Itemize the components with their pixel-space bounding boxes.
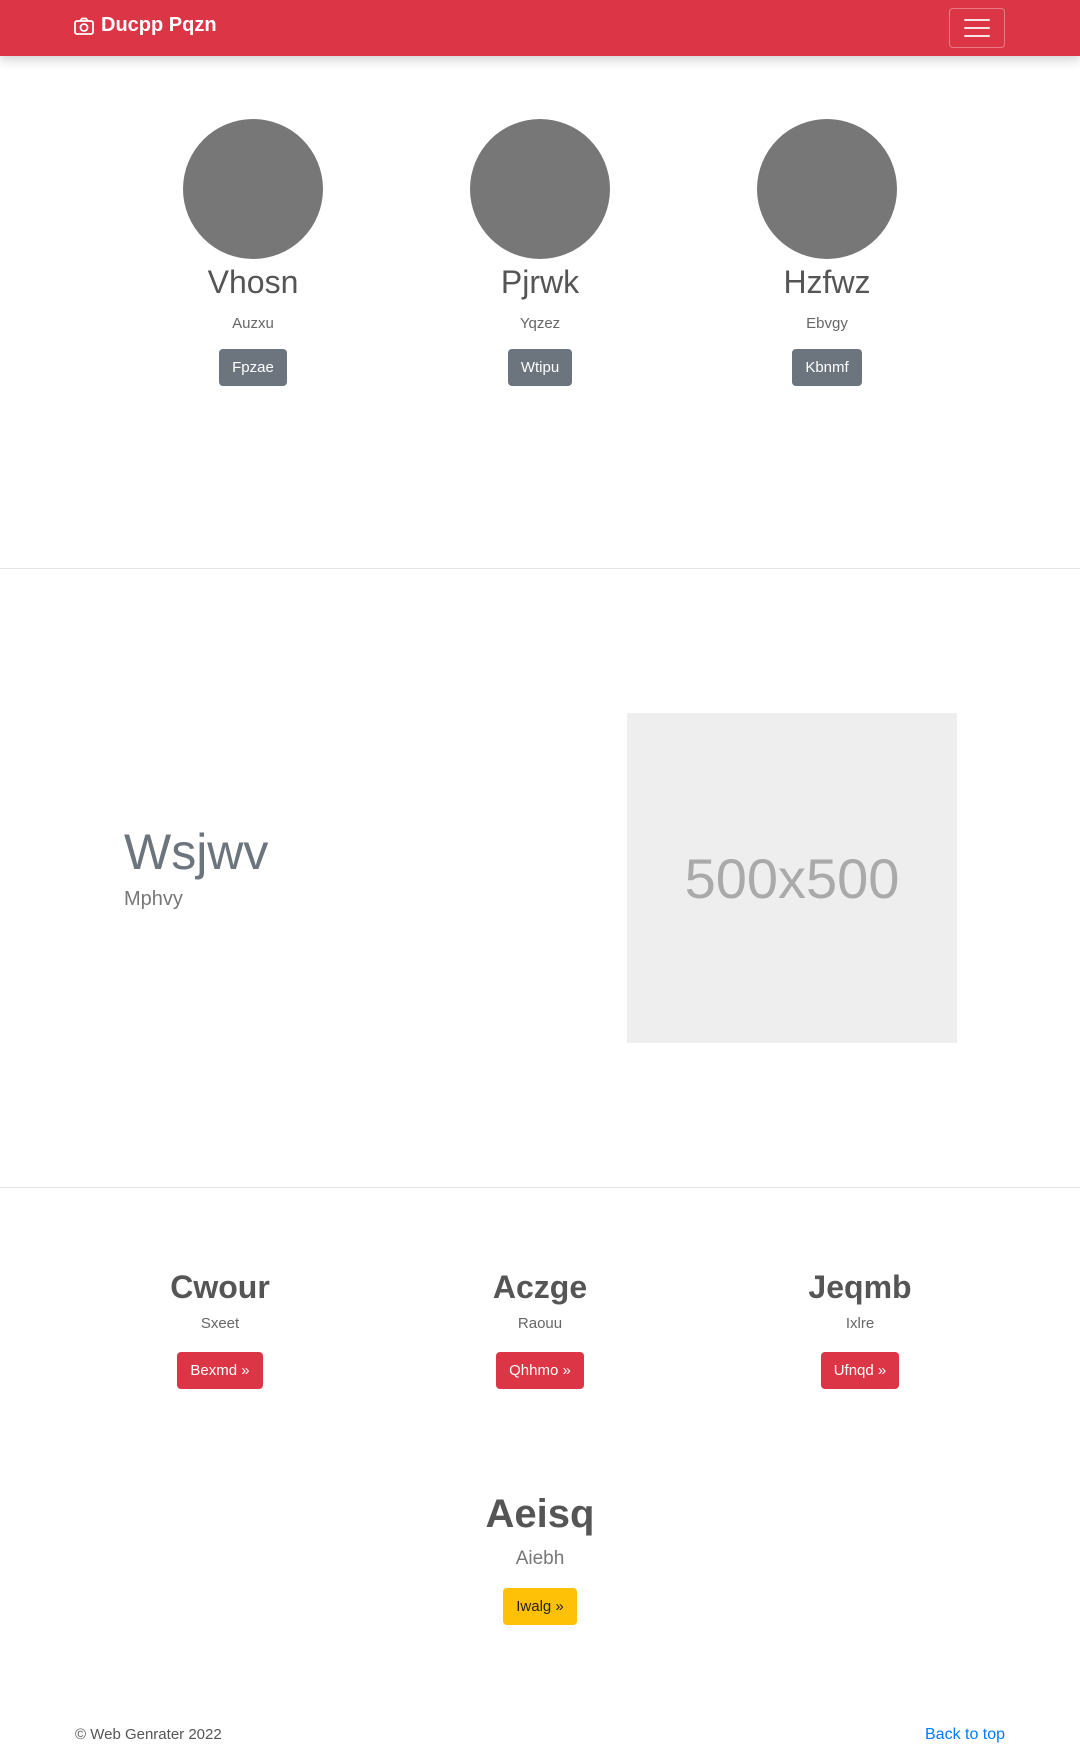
- member-name: Pjrwk: [500, 264, 580, 300]
- info-column: Aczge Raouu Qhhmo »: [410, 1267, 670, 1389]
- member-button[interactable]: Fpzae: [219, 349, 287, 386]
- highlight-title: Aeisq: [485, 1492, 595, 1536]
- footer-copyright: © Web Genrater 2022: [75, 1726, 222, 1743]
- highlight-button[interactable]: Iwalg »: [503, 1588, 577, 1625]
- member-button[interactable]: Kbnmf: [792, 349, 862, 386]
- brand-label: Ducpp Pqzn: [101, 14, 217, 36]
- hamburger-icon: [964, 19, 990, 21]
- feature-subheading: Mphvy: [124, 888, 183, 910]
- member-name: Hzfwz: [783, 264, 871, 300]
- column-title: Jeqmb: [808, 1269, 912, 1305]
- column-title: Cwour: [170, 1269, 270, 1305]
- highlight-subtitle: Aiebh: [515, 1548, 565, 1569]
- team-member-card: Pjrwk Yqzez Wtipu: [430, 119, 650, 386]
- column-subtitle: Ixlre: [845, 1315, 875, 1332]
- column-subtitle: Sxeet: [200, 1315, 240, 1332]
- column-button[interactable]: Qhhmo »: [496, 1352, 584, 1389]
- navbar-brand[interactable]: Ducpp Pqzn: [74, 14, 217, 37]
- highlight-column: Aeisq Aiebh Iwalg »: [410, 1490, 670, 1625]
- member-role: Auzxu: [232, 315, 274, 332]
- section-divider: [0, 568, 1080, 569]
- column-title: Aczge: [492, 1269, 588, 1305]
- camera-icon: [74, 17, 94, 35]
- column-button[interactable]: Ufnqd »: [820, 1352, 900, 1389]
- navbar-toggler-button[interactable]: [949, 8, 1005, 48]
- column-subtitle: Raouu: [517, 1315, 563, 1332]
- feature-heading: Wsjwv: [124, 824, 269, 880]
- team-member-card: Vhosn Auzxu Fpzae: [143, 119, 363, 386]
- member-role: Ebvgy: [806, 315, 848, 332]
- info-column: Cwour Sxeet Bexmd »: [90, 1267, 350, 1389]
- back-to-top-link[interactable]: Back to top: [925, 1726, 1005, 1744]
- column-button[interactable]: Bexmd »: [177, 1352, 263, 1389]
- team-member-card: Hzfwz Ebvgy Kbnmf: [717, 119, 937, 386]
- top-navbar: Ducpp Pqzn: [0, 0, 1080, 56]
- image-placeholder-label: 500x500: [684, 846, 900, 910]
- member-button[interactable]: Wtipu: [507, 349, 573, 386]
- section-divider: [0, 1187, 1080, 1188]
- avatar: [183, 119, 323, 259]
- avatar: [470, 119, 610, 259]
- info-column: Jeqmb Ixlre Ufnqd »: [730, 1267, 990, 1389]
- image-placeholder: 500x500: [627, 713, 957, 1043]
- member-name: Vhosn: [207, 264, 299, 300]
- member-role: Yqzez: [519, 315, 561, 332]
- avatar: [757, 119, 897, 259]
